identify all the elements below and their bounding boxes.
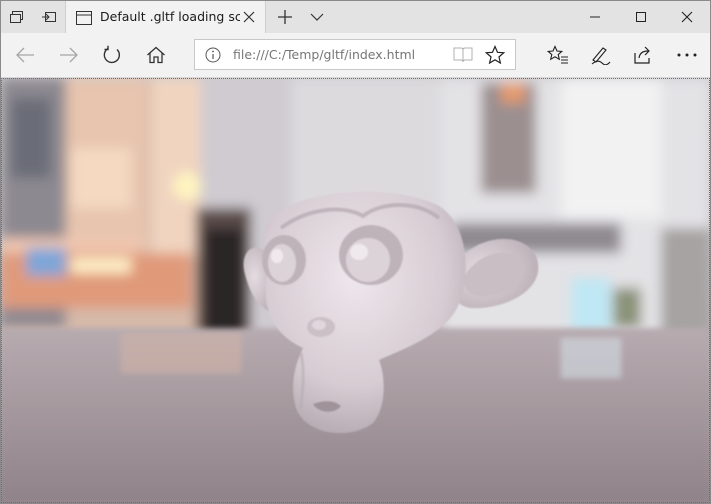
home-icon[interactable] [136,39,176,71]
share-icon[interactable] [623,39,663,71]
tab-preview-icon[interactable] [1,1,33,33]
pen-icon[interactable] [580,39,620,71]
tab-title: Default .gltf loading sce [100,9,240,24]
tab-default-gltf[interactable]: Default .gltf loading sce [65,1,266,33]
back-arrow-icon[interactable] [5,39,45,71]
star-icon[interactable] [484,44,506,69]
refresh-icon[interactable] [92,39,132,71]
tab-list-chevron-icon[interactable] [301,1,333,33]
set-aside-tabs-icon[interactable] [33,1,65,33]
forward-arrow-icon[interactable] [49,39,89,71]
address-url[interactable]: file:///C:/Temp/gltf/index.html [233,47,415,62]
favorites-list-icon[interactable] [538,39,578,71]
address-bar[interactable]: file:///C:/Temp/gltf/index.html [194,39,516,70]
title-bar: Default .gltf loading sce [1,1,710,33]
webgl-canvas[interactable] [1,78,710,503]
window-close-icon[interactable] [664,1,710,33]
new-tab-icon[interactable] [269,1,301,33]
reading-view-icon[interactable] [453,46,473,68]
page-icon [76,10,92,29]
maximize-icon[interactable] [618,1,664,33]
info-icon[interactable] [205,47,221,67]
more-icon[interactable] [667,39,707,71]
close-icon[interactable] [239,7,259,27]
minimize-icon[interactable] [572,1,618,33]
browser-window: Default .gltf loading sce file:///C:/Tem… [0,0,711,504]
navigation-bar: file:///C:/Temp/gltf/index.html [1,33,710,78]
scene-render [1,78,710,503]
